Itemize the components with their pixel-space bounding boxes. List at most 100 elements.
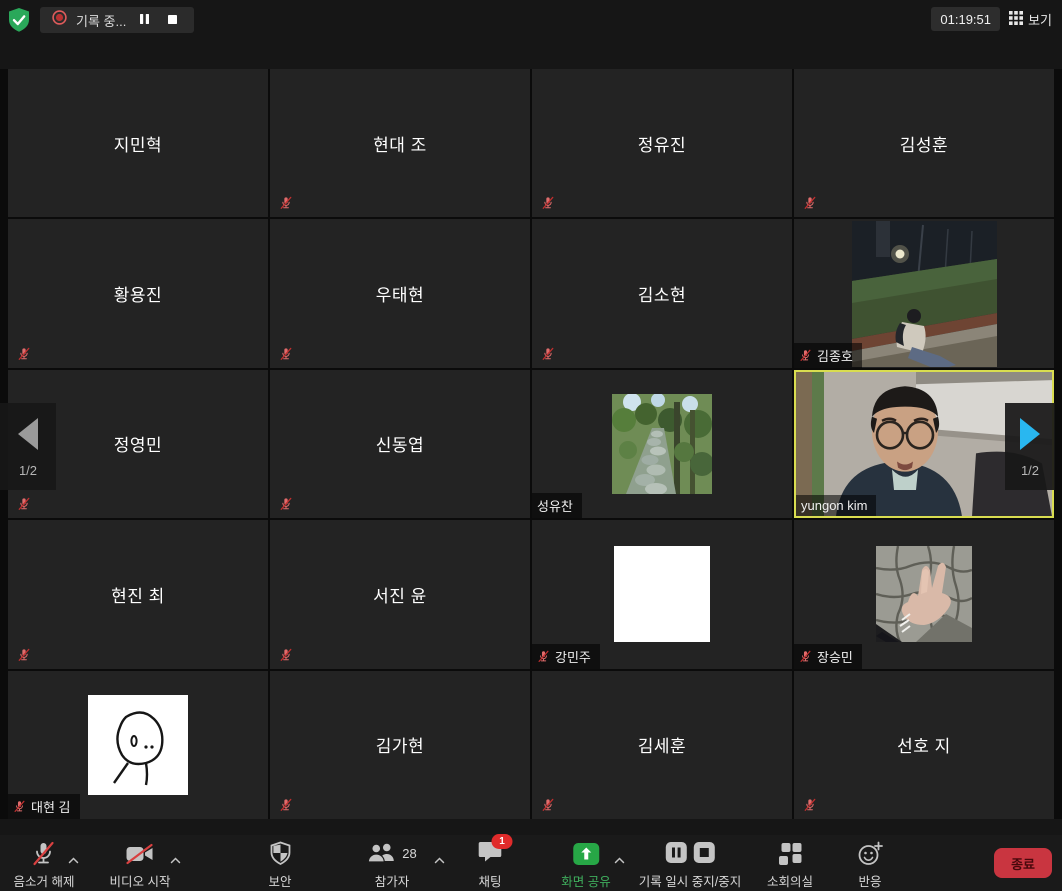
participant-name: 서진 윤 — [373, 582, 427, 607]
mic-muted-icon — [541, 196, 555, 210]
security-button[interactable]: 보안 — [268, 840, 291, 890]
participant-name: 강민주 — [555, 647, 591, 666]
start-video-button[interactable]: 비디오 시작 — [110, 840, 171, 890]
mic-muted-icon — [541, 798, 555, 812]
chat-button[interactable]: 1 채팅 — [478, 840, 503, 890]
view-button-label: 보기 — [1028, 10, 1052, 29]
participant-tile[interactable]: 성유찬 — [532, 370, 792, 518]
participant-tile[interactable]: 강민주 — [532, 520, 792, 668]
participant-name: 김성훈 — [900, 131, 948, 156]
mic-muted-icon — [32, 840, 56, 867]
recording-indicator-pill: 기록 중... — [40, 7, 194, 33]
share-screen-label: 화면 공유 — [561, 871, 610, 890]
breakout-rooms-label: 소회의실 — [767, 871, 813, 890]
meeting-timer: 01:19:51 — [931, 7, 1000, 31]
camera-off-icon — [125, 840, 155, 867]
mic-muted-icon — [541, 347, 555, 361]
participant-name: 현대 조 — [373, 131, 427, 156]
participant-tile[interactable]: 김가현 — [270, 671, 530, 819]
mic-muted-icon — [279, 497, 293, 511]
reactions-label: 반응 — [858, 871, 881, 890]
mic-muted-icon — [17, 497, 31, 511]
participant-tile[interactable]: 우태현 — [270, 219, 530, 367]
participant-name: 정유진 — [638, 131, 686, 156]
participant-name: 김종호 — [817, 346, 853, 365]
pause-recording-icon — [664, 841, 687, 867]
reactions-smiley-icon — [857, 840, 883, 867]
participant-name: 우태현 — [376, 281, 424, 306]
breakout-rooms-button[interactable]: 소회의실 — [767, 840, 813, 890]
page-indicator: 1/2 — [1021, 463, 1039, 478]
participant-tile[interactable]: 김성훈 — [794, 69, 1054, 217]
zoom-meeting-window: { "top_bar": { "recording_status": "기록 중… — [0, 0, 1062, 891]
participant-name: 정영민 — [114, 431, 162, 456]
participant-tile[interactable]: 김세훈 — [532, 671, 792, 819]
participant-name: 김소현 — [638, 281, 686, 306]
participant-tile[interactable]: 정유진 — [532, 69, 792, 217]
participant-count: 28 — [402, 846, 416, 861]
meeting-info-shield-button[interactable] — [6, 7, 32, 33]
next-page-button[interactable]: 1/2 — [1005, 403, 1055, 490]
pause-icon — [139, 13, 150, 28]
participant-video-grid: 지민혁 현대 조 정유진 김성훈 황용진 우태현 김소현 — [0, 69, 1062, 819]
participant-name: 지민혁 — [114, 131, 162, 156]
participant-name: 김세훈 — [638, 732, 686, 757]
share-screen-button[interactable]: 화면 공유 — [561, 840, 610, 890]
participant-name-label: yungon kim — [796, 495, 876, 516]
mic-muted-icon — [803, 196, 817, 210]
verified-shield-icon — [6, 21, 32, 36]
participants-options-caret[interactable] — [432, 855, 447, 866]
mic-muted-icon — [279, 196, 293, 210]
participant-tile[interactable]: 지민혁 — [8, 69, 268, 217]
participant-name: 황용진 — [114, 281, 162, 306]
breakout-rooms-icon — [778, 840, 802, 867]
top-bar: 기록 중... 01:19:51 보기 — [0, 0, 1062, 40]
participant-tile[interactable]: 서진 윤 — [270, 520, 530, 668]
mic-muted-icon — [537, 650, 550, 663]
mic-muted-icon — [803, 798, 817, 812]
participant-tile[interactable]: 선호 지 — [794, 671, 1054, 819]
mic-muted-icon — [279, 648, 293, 662]
stop-recording-icon — [692, 841, 715, 867]
chat-label: 채팅 — [478, 871, 501, 890]
participant-tile[interactable]: 장승민 — [794, 520, 1054, 668]
participant-tile[interactable]: 신동엽 — [270, 370, 530, 518]
mic-muted-icon — [17, 347, 31, 361]
meeting-toolbar: 음소거 해제 비디오 시작 보안 — [0, 835, 1062, 891]
participant-name: 성유찬 — [537, 496, 573, 515]
share-options-caret[interactable] — [612, 855, 627, 866]
video-options-caret[interactable] — [168, 855, 183, 866]
participant-name-label: 성유찬 — [532, 493, 582, 518]
participant-name-label: 강민주 — [532, 644, 600, 669]
chevron-right-icon — [1016, 416, 1044, 455]
participant-tile[interactable]: 대현 김 — [8, 671, 268, 819]
meeting-timer-text: 01:19:51 — [940, 12, 991, 27]
previous-page-button[interactable]: 1/2 — [0, 403, 56, 490]
participant-tile[interactable]: 현대 조 — [270, 69, 530, 217]
participant-tile[interactable]: 김종호 — [794, 219, 1054, 367]
end-meeting-button[interactable]: 종료 — [994, 848, 1052, 878]
mic-muted-icon — [279, 798, 293, 812]
pause-recording-button[interactable] — [135, 13, 154, 28]
participant-name: yungon kim — [801, 498, 867, 513]
participant-tile[interactable]: 김소현 — [532, 219, 792, 367]
stop-icon — [167, 13, 178, 28]
mic-muted-icon — [17, 648, 31, 662]
participant-tile[interactable]: 현진 최 — [8, 520, 268, 668]
view-button[interactable]: 보기 — [1007, 7, 1054, 31]
recording-controls-label: 기록 일시 중지/중지 — [639, 871, 741, 890]
participant-name-label: 김종호 — [794, 343, 862, 368]
stop-recording-button[interactable] — [163, 13, 182, 28]
participants-icon — [367, 841, 397, 867]
participant-name: 선호 지 — [897, 732, 951, 757]
share-screen-icon — [572, 840, 600, 867]
recording-controls-button[interactable]: 기록 일시 중지/중지 — [639, 840, 741, 890]
participant-tile[interactable]: 황용진 — [8, 219, 268, 367]
participant-name: 현진 최 — [111, 582, 165, 607]
security-shield-icon — [269, 840, 291, 867]
participants-button[interactable]: 28 참가자 — [367, 840, 416, 890]
unmute-label: 음소거 해제 — [14, 871, 75, 890]
recording-dot-icon — [52, 10, 67, 30]
audio-options-caret[interactable] — [66, 855, 81, 866]
reactions-button[interactable]: 반응 — [857, 840, 883, 890]
